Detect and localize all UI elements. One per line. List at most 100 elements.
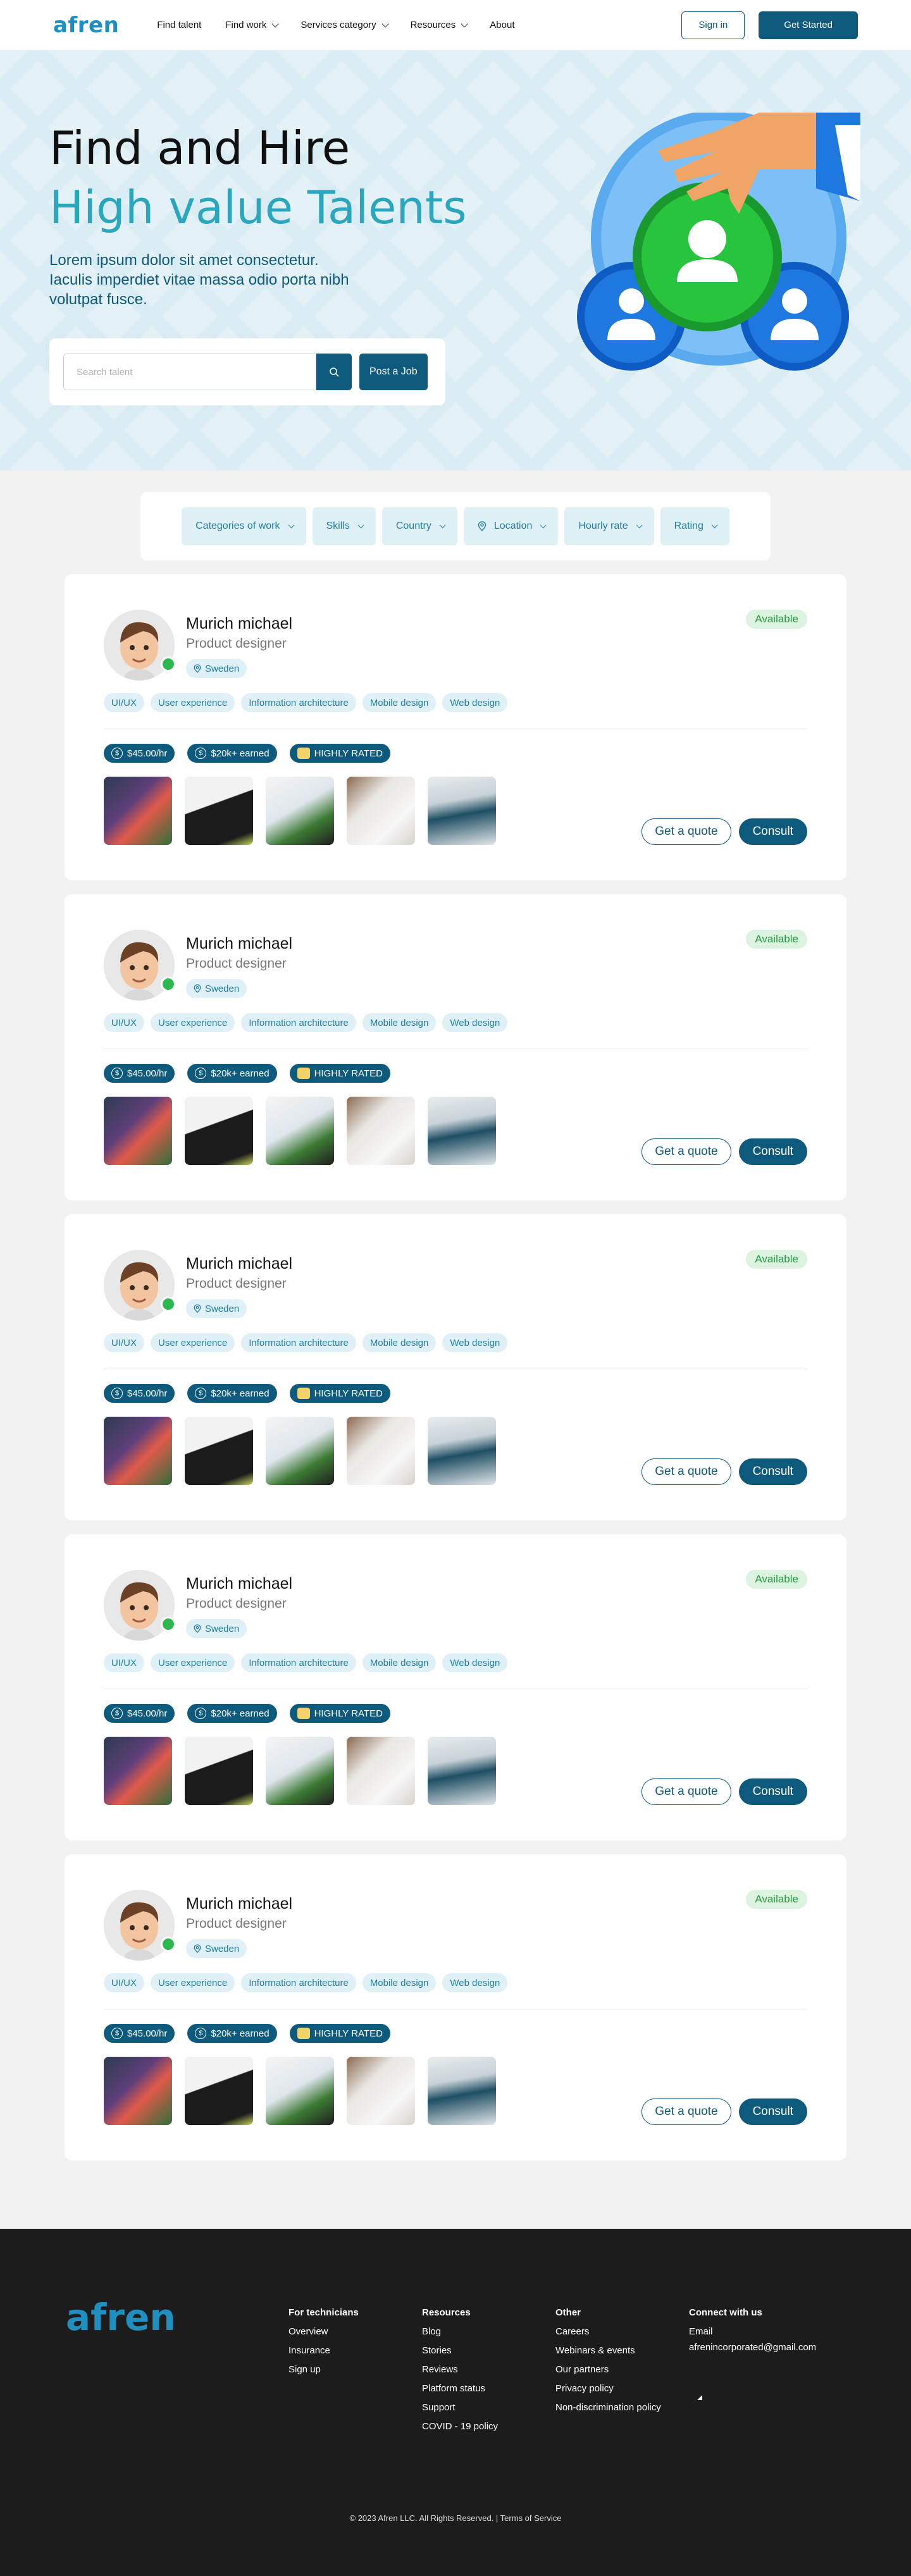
post-job-button[interactable]: Post a Job — [359, 354, 428, 390]
footer-link-webinars[interactable]: Webinars & events — [555, 2341, 661, 2360]
filter-hourly-rate[interactable]: Hourly rate — [564, 507, 654, 545]
footer-link-partners[interactable]: Our partners — [555, 2360, 661, 2379]
footer-email-link[interactable]: afrenincorporated@gmail.com — [689, 2341, 816, 2354]
footer-link-careers[interactable]: Careers — [555, 2322, 661, 2341]
talent-card[interactable]: Murich michael Product designer Sweden A… — [65, 1534, 846, 1840]
talent-card[interactable]: Murich michael Product designer Sweden A… — [65, 574, 846, 880]
consult-button[interactable]: Consult — [738, 818, 807, 845]
footer-link-stories[interactable]: Stories — [422, 2341, 498, 2360]
location-label: Sweden — [205, 983, 240, 994]
footer-link-non-discrimination[interactable]: Non-discrimination policy — [555, 2398, 661, 2417]
footer-link-signup[interactable]: Sign up — [288, 2360, 359, 2379]
earned-label: $20k+ earned — [211, 1068, 270, 1079]
skill-tags: UI/UX User experience Information architec… — [104, 1333, 508, 1352]
talent-card[interactable]: Murich michael Product designer Sweden A… — [65, 1214, 846, 1520]
copyright: © 2023 Afren LLC. All Rights Reserved. |… — [349, 2513, 562, 2523]
portfolio-thumbnail[interactable] — [185, 1737, 253, 1805]
portfolio-thumbnail[interactable] — [266, 1737, 334, 1805]
search-input[interactable]: Search talent — [63, 354, 316, 390]
portfolio-thumbnail[interactable] — [104, 777, 172, 845]
footer-link-reviews[interactable]: Reviews — [422, 2360, 498, 2379]
skill-tag: Mobile design — [362, 1013, 437, 1032]
get-quote-button[interactable]: Get a quote — [641, 1458, 731, 1485]
filter-categories[interactable]: Categories of work — [182, 507, 306, 545]
portfolio-thumbnail[interactable] — [185, 777, 253, 845]
get-quote-button[interactable]: Get a quote — [641, 818, 731, 845]
portfolio-thumbnail[interactable] — [104, 1417, 172, 1485]
nav-link-label: Find talent — [157, 20, 202, 30]
portfolio-thumbnail[interactable] — [266, 777, 334, 845]
footer-link-platform-status[interactable]: Platform status — [422, 2379, 498, 2398]
portfolio-thumbnail[interactable] — [266, 2057, 334, 2125]
portfolio-thumbnail[interactable] — [428, 777, 496, 845]
filter-location[interactable]: Location — [463, 507, 559, 545]
earned-label: $20k+ earned — [211, 1388, 270, 1399]
filter-skills[interactable]: Skills — [312, 507, 376, 545]
logo[interactable]: afren — [53, 13, 119, 38]
consult-button[interactable]: Consult — [738, 1138, 807, 1165]
location-pin-icon — [194, 1304, 201, 1313]
talent-name[interactable]: Murich michael — [186, 935, 292, 953]
talent-card[interactable]: Murich michael Product designer Sweden A… — [65, 1854, 846, 2160]
portfolio-thumbnail[interactable] — [347, 777, 415, 845]
talent-name[interactable]: Murich michael — [186, 1895, 292, 1913]
search-button[interactable] — [316, 354, 352, 390]
location-pin-icon — [194, 664, 201, 673]
portfolio-thumbnail[interactable] — [347, 1737, 415, 1805]
footer-link-covid-policy[interactable]: COVID - 19 policy — [422, 2417, 498, 2436]
hourly-rate-badge: $ $45.00/hr — [104, 2024, 175, 2043]
location-pin-icon — [478, 521, 486, 531]
skill-tag: Mobile design — [362, 1333, 437, 1352]
footer-link-overview[interactable]: Overview — [288, 2322, 359, 2341]
chevron-down-icon — [271, 20, 280, 28]
skill-tag: User experience — [151, 1653, 235, 1672]
rate-label: $45.00/hr — [127, 2028, 168, 2039]
talent-name[interactable]: Murich michael — [186, 615, 292, 633]
talent-location: Sweden — [186, 1939, 247, 1958]
portfolio-thumbnail[interactable] — [428, 1737, 496, 1805]
footer-link-support[interactable]: Support — [422, 2398, 498, 2417]
talent-name[interactable]: Murich michael — [186, 1255, 292, 1273]
portfolio-thumbnail[interactable] — [428, 1417, 496, 1485]
location-pin-icon — [194, 1944, 201, 1953]
footer-link-blog[interactable]: Blog — [422, 2322, 498, 2341]
portfolio-thumbnail[interactable] — [347, 1097, 415, 1165]
talent-card[interactable]: Murich michael Product designer Sweden A… — [65, 894, 846, 1200]
portfolio-thumbnail[interactable] — [347, 2057, 415, 2125]
filter-rating[interactable]: Rating — [660, 507, 729, 545]
portfolio-thumbnail[interactable] — [185, 2057, 253, 2125]
talent-name[interactable]: Murich michael — [186, 1575, 292, 1593]
portfolio-thumbnail[interactable] — [104, 1737, 172, 1805]
nav-resources[interactable]: Resources — [411, 20, 469, 30]
skill-tag: Information architecture — [241, 1013, 356, 1032]
talent-location: Sweden — [186, 1299, 247, 1318]
get-quote-button[interactable]: Get a quote — [641, 1778, 731, 1805]
portfolio-thumbnail[interactable] — [266, 1417, 334, 1485]
get-quote-button[interactable]: Get a quote — [641, 2098, 731, 2125]
nav-about[interactable]: About — [490, 20, 514, 30]
consult-button[interactable]: Consult — [738, 1458, 807, 1485]
nav-find-work[interactable]: Find work — [225, 20, 280, 30]
get-started-button[interactable]: Get Started — [759, 11, 858, 39]
portfolio-thumbnail[interactable] — [428, 1097, 496, 1165]
portfolio-thumbnail[interactable] — [347, 1417, 415, 1485]
portfolio-thumbnail[interactable] — [185, 1097, 253, 1165]
footer-link-privacy[interactable]: Privacy policy — [555, 2379, 661, 2398]
portfolio-thumbnail[interactable] — [428, 2057, 496, 2125]
consult-button[interactable]: Consult — [738, 1778, 807, 1805]
portfolio-thumbnail[interactable] — [104, 1097, 172, 1165]
get-quote-button[interactable]: Get a quote — [641, 1138, 731, 1165]
nav-services-category[interactable]: Services category — [301, 20, 389, 30]
portfolio-thumbnail[interactable] — [185, 1417, 253, 1485]
footer-link-insurance[interactable]: Insurance — [288, 2341, 359, 2360]
consult-button[interactable]: Consult — [738, 2098, 807, 2125]
portfolio-thumbnail[interactable] — [104, 2057, 172, 2125]
signin-button[interactable]: Sign in — [681, 11, 745, 39]
portfolio-thumbnail[interactable] — [266, 1097, 334, 1165]
footer-heading: Resources — [422, 2307, 471, 2318]
portfolio-thumbnails — [104, 2057, 496, 2125]
earnings-badge: $ $20k+ earned — [187, 1704, 277, 1723]
footer-logo[interactable]: afren — [66, 2296, 176, 2339]
nav-find-talent[interactable]: Find talent — [157, 20, 201, 30]
filter-country[interactable]: Country — [381, 507, 457, 545]
